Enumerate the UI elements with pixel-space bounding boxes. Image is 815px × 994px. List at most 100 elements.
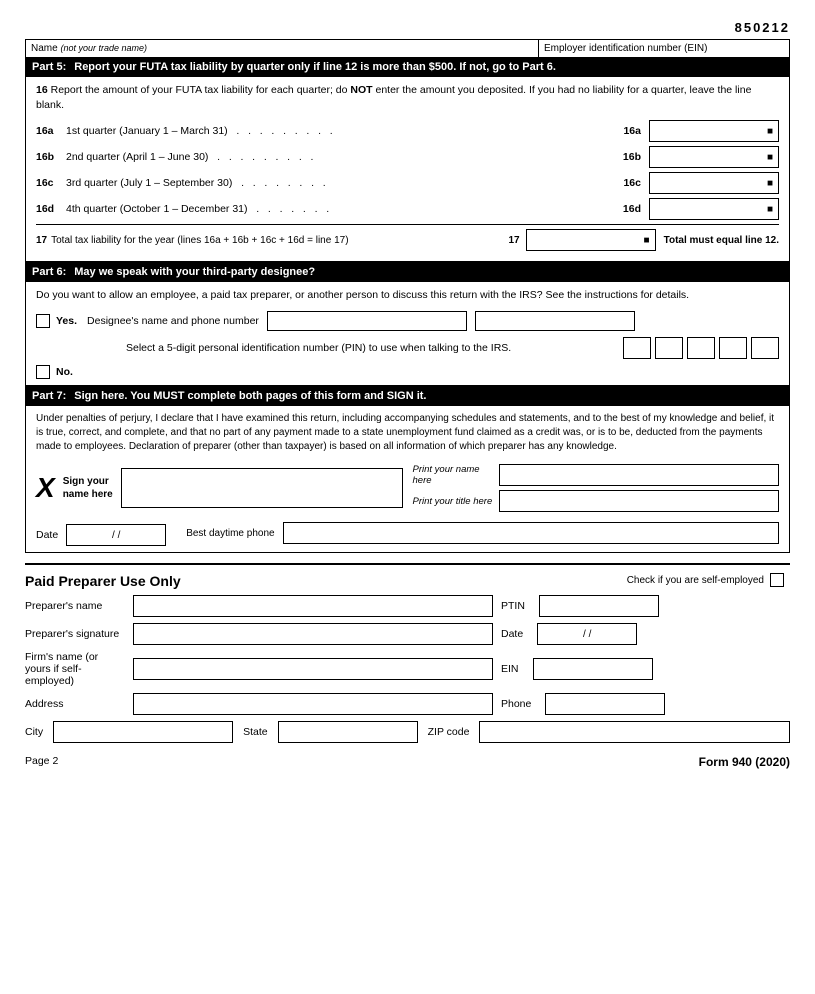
part7-header: Part 7: Sign here. You MUST complete bot… <box>25 386 790 406</box>
input-17[interactable]: ■ <box>526 229 656 251</box>
firm-ein-input[interactable] <box>533 658 653 680</box>
designee-name-input[interactable] <box>267 311 467 331</box>
part5-number: Part 5: <box>32 61 66 73</box>
line17-text: Total tax liability for the year (lines … <box>51 235 502 246</box>
yes-label: Yes. <box>56 315 77 327</box>
quarter-ref-16c: 16c <box>623 177 641 189</box>
quarter-ref-16d: 16d <box>623 203 641 215</box>
sign-area: X Sign your name here Print your name he… <box>36 464 779 512</box>
preparer-signature-label: Preparer's signature <box>25 628 125 640</box>
preparer-date-input[interactable]: / / <box>537 623 637 645</box>
page-number: Page 2 <box>25 755 58 769</box>
best-phone-label: Best daytime phone <box>186 528 274 539</box>
part5-title: Report your FUTA tax liability by quarte… <box>74 61 556 73</box>
header-name: Name (not your trade name) <box>26 40 539 57</box>
city-input[interactable] <box>53 721 233 743</box>
quarter-row-16c: 16c 3rd quarter (July 1 – September 30) … <box>36 172 779 194</box>
quarter-row-16d: 16d 4th quarter (October 1 – December 31… <box>36 198 779 220</box>
sign-label: Sign your name here <box>63 475 113 501</box>
address-row: Address Phone <box>25 693 790 715</box>
pin-box-4[interactable] <box>719 337 747 359</box>
print-title-input[interactable] <box>499 490 780 512</box>
part6-title: May we speak with your third-party desig… <box>74 266 315 278</box>
no-row: No. <box>36 365 779 379</box>
preparer-signature-input[interactable] <box>133 623 493 645</box>
self-employed-checkbox[interactable] <box>770 573 784 587</box>
firm-name-input[interactable] <box>133 658 493 680</box>
yes-checkbox[interactable] <box>36 314 50 328</box>
best-phone-row: Best daytime phone <box>186 522 779 544</box>
header-row: Name (not your trade name) Employer iden… <box>25 39 790 57</box>
line17-row: 17 Total tax liability for the year (lin… <box>36 229 779 251</box>
quarter-desc-16d: 4th quarter (October 1 – December 31) . … <box>66 203 623 215</box>
preparer-section: Paid Preparer Use Only Check if you are … <box>25 563 790 743</box>
date-row: Date / / <box>36 524 166 546</box>
form-number: 850212 <box>25 20 790 35</box>
pin-box-5[interactable] <box>751 337 779 359</box>
penalty-text: Under penalties of perjury, I declare th… <box>36 412 779 454</box>
firm-name-label: Firm's name (or yours if self-employed) <box>25 651 125 687</box>
input-16c[interactable]: ■ <box>649 172 779 194</box>
line17-note: Total must equal line 12. <box>664 235 779 246</box>
quarter-row-16a: 16a 1st quarter (January 1 – March 31) .… <box>36 120 779 142</box>
pin-box-3[interactable] <box>687 337 715 359</box>
part6-header: Part 6: May we speak with your third-par… <box>25 262 790 282</box>
preparer-name-input[interactable] <box>133 595 493 617</box>
state-label: State <box>243 726 268 738</box>
designee-phone-input[interactable] <box>475 311 635 331</box>
preparer-title: Paid Preparer Use Only <box>25 573 181 589</box>
line17-ref: 17 <box>508 235 519 246</box>
part7-content: Under penalties of perjury, I declare th… <box>25 406 790 553</box>
quarter-row-16b: 16b 2nd quarter (April 1 – June 30) . . … <box>36 146 779 168</box>
self-employed-label: Check if you are self-employed <box>627 575 764 586</box>
zip-label: ZIP code <box>428 726 470 738</box>
name-label: Name <box>31 43 58 54</box>
address-label: Address <box>25 698 125 710</box>
sign-input[interactable] <box>121 468 403 508</box>
part7-title: Sign here. You MUST complete both pages … <box>74 390 426 402</box>
input-16d[interactable]: ■ <box>649 198 779 220</box>
firm-ein-label: EIN <box>501 663 519 675</box>
quarter-label-16c: 16c <box>36 177 66 189</box>
form-ref: Form 940 (2020) <box>699 755 790 769</box>
city-state-row: City State ZIP code <box>25 721 790 743</box>
designee-label: Designee's name and phone number <box>87 315 259 327</box>
quarter-label-16a: 16a <box>36 125 66 137</box>
page-footer: Page 2 Form 940 (2020) <box>25 755 790 769</box>
quarter-ref-16a: 16a <box>623 125 641 137</box>
ptin-input[interactable] <box>539 595 659 617</box>
line16-header: 16 Report the amount of your FUTA tax li… <box>36 83 779 112</box>
firm-name-row: Firm's name (or yours if self-employed) … <box>25 651 790 687</box>
input-16b[interactable]: ■ <box>649 146 779 168</box>
print-title-row: Print your title here <box>413 490 780 512</box>
pin-box-2[interactable] <box>655 337 683 359</box>
no-label: No. <box>56 366 73 378</box>
part5-content: 16 Report the amount of your FUTA tax li… <box>25 77 790 262</box>
quarter-desc-16c: 3rd quarter (July 1 – September 30) . . … <box>66 177 623 189</box>
part6-content: Do you want to allow an employee, a paid… <box>25 282 790 386</box>
sign-x-icon: X <box>36 472 55 504</box>
zip-input[interactable] <box>479 721 790 743</box>
input-16a[interactable]: ■ <box>649 120 779 142</box>
phone-input[interactable] <box>545 693 665 715</box>
quarter-desc-16b: 2nd quarter (April 1 – June 30) . . . . … <box>66 151 623 163</box>
quarter-label-16d: 16d <box>36 203 66 215</box>
part7-number: Part 7: <box>32 390 66 402</box>
no-checkbox[interactable] <box>36 365 50 379</box>
ptin-label: PTIN <box>501 600 525 612</box>
preparer-name-label: Preparer's name <box>25 600 125 612</box>
state-input[interactable] <box>278 721 418 743</box>
header-ein: Employer identification number (EIN) <box>539 40 789 57</box>
best-phone-input[interactable] <box>283 522 779 544</box>
part6-number: Part 6: <box>32 266 66 278</box>
date-input[interactable]: / / <box>66 524 166 546</box>
preparer-name-row: Preparer's name PTIN <box>25 595 790 617</box>
pin-box-1[interactable] <box>623 337 651 359</box>
self-employed-row: Check if you are self-employed <box>627 573 790 587</box>
sign-right: Print your name here Print your title he… <box>413 464 780 512</box>
print-name-input[interactable] <box>499 464 780 486</box>
print-name-label: Print your name here <box>413 464 493 486</box>
address-input[interactable] <box>133 693 493 715</box>
preparer-date-label: Date <box>501 628 523 640</box>
date-label: Date <box>36 529 58 541</box>
